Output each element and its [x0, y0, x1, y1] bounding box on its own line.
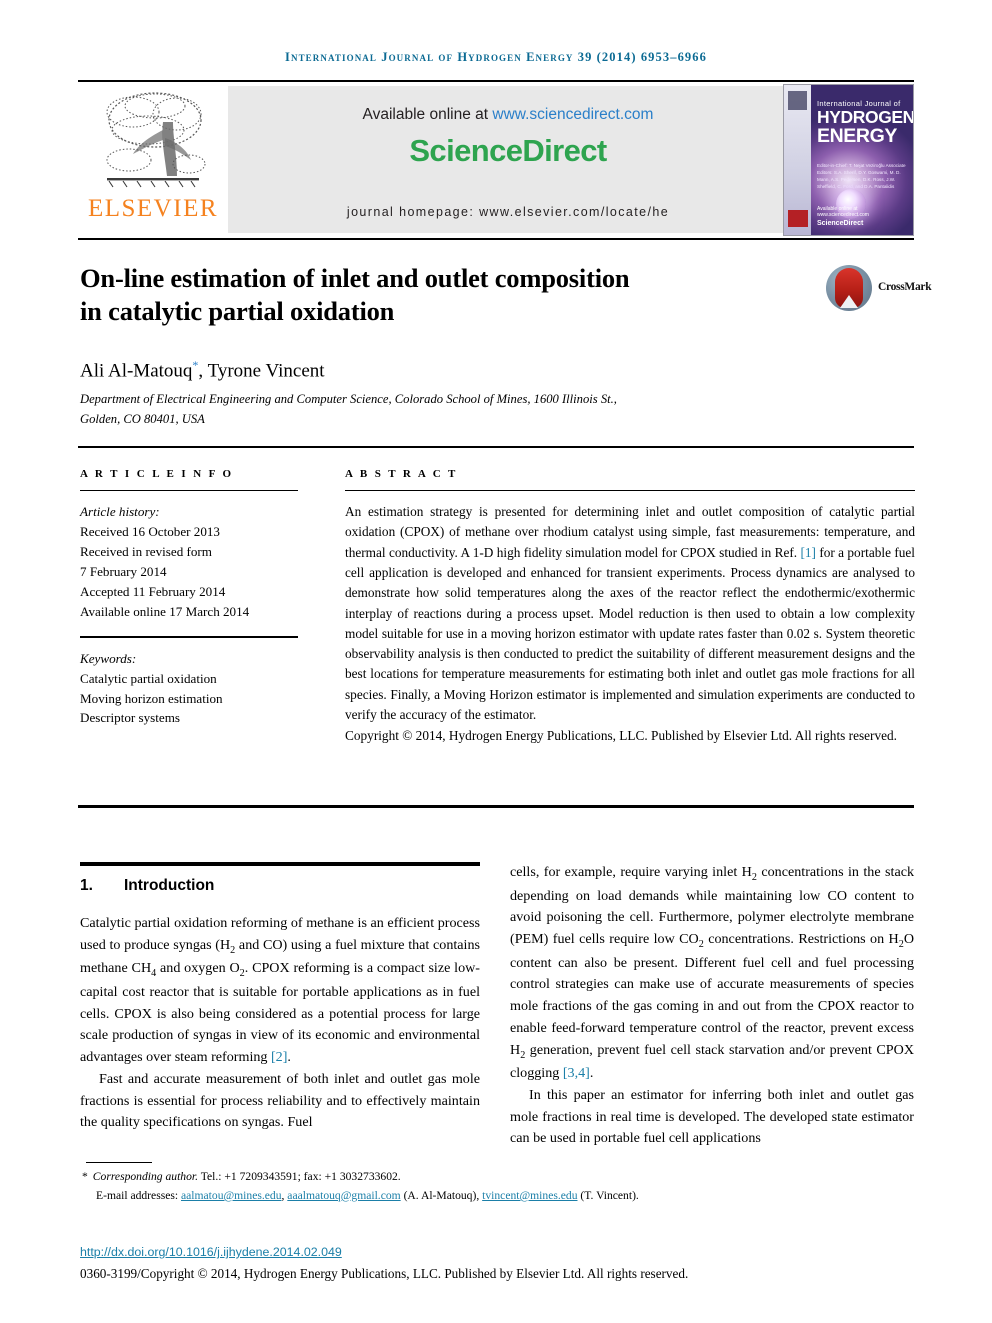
crossmark-icon	[826, 265, 872, 311]
article-info-top-rule	[78, 446, 914, 448]
intro-p1-c: and oxygen O	[156, 960, 240, 977]
cover-elsevier-icon	[788, 91, 807, 110]
introduction-text-left: Catalytic partial oxidation reforming of…	[80, 913, 480, 1134]
keywords-block: Keywords: Catalytic partial oxidation Mo…	[80, 649, 298, 729]
abstract-bottom-rule	[78, 805, 914, 808]
abstract-column: A B S T R A C T An estimation strategy i…	[345, 468, 915, 746]
intro-paragraph-1: Catalytic partial oxidation reforming of…	[80, 913, 480, 1069]
available-online-text: Available online at www.sciencedirect.co…	[228, 106, 788, 124]
keyword-item: Catalytic partial oxidation	[80, 670, 217, 686]
cover-h2e-icon	[788, 210, 808, 227]
abstract-copyright: Copyright © 2014, Hydrogen Energy Public…	[345, 728, 898, 744]
journal-article-page: International Journal of Hydrogen Energy…	[0, 0, 992, 1323]
page-title: On-line estimation of inlet and outlet c…	[80, 262, 780, 328]
abstract-heading: A B S T R A C T	[345, 468, 458, 480]
elsevier-wordmark: ELSEVIER	[87, 195, 219, 222]
abstract-divider	[345, 490, 915, 492]
intro-paragraph-2: Fast and accurate measurement of both in…	[80, 1070, 480, 1131]
article-info-column: A R T I C L E I N F O Article history: R…	[80, 468, 298, 728]
elsevier-logo: ELSEVIER	[78, 86, 228, 236]
elsevier-tree-icon	[93, 86, 213, 198]
introduction-title: Introduction	[124, 877, 215, 894]
article-history-label: Article history:	[80, 504, 160, 520]
cover-title: International Journal of HYDROGEN ENERGY	[817, 99, 913, 147]
journal-cover-image: International Journal of HYDROGEN ENERGY…	[783, 84, 914, 236]
article-history-item: Available online 17 March 2014	[80, 603, 250, 619]
email-owner-1: (A. Al-Matouq),	[400, 1188, 483, 1202]
available-online-label: Available online at	[362, 106, 493, 123]
journal-homepage: journal homepage: www.elsevier.com/locat…	[346, 205, 670, 219]
sciencedirect-logo-direct: Direct	[522, 133, 607, 168]
introduction-section-rule	[80, 862, 480, 866]
crossmark-badge[interactable]: CrossMark	[826, 265, 932, 317]
intro-reference-2[interactable]: [2]	[271, 1049, 287, 1065]
keyword-item: Descriptor systems	[80, 710, 181, 726]
email-link-1[interactable]: aalmatou@mines.edu	[181, 1189, 282, 1202]
cover-title-line3: ENERGY	[817, 124, 897, 147]
masthead-bottom-rule	[78, 238, 914, 240]
keyword-item: Moving horizon estimation	[80, 690, 223, 706]
author-secondary: , Tyrone Vincent	[198, 360, 325, 382]
doi-link[interactable]: http://dx.doi.org/10.1016/j.ijhydene.201…	[80, 1245, 342, 1259]
author-list: Ali Al-Matouq*, Tyrone Vincent	[80, 358, 325, 382]
corresponding-author-note: * Corresponding author. Tel.: +1 72093435…	[82, 1168, 922, 1187]
title-line-1: On-line estimation of inlet and outlet c…	[80, 263, 630, 293]
masthead: ELSEVIER Available online at www.science…	[78, 84, 914, 236]
cover-footer-availability: Available online at www.sciencedirect.co…	[817, 206, 869, 218]
intro-p1-e: .	[287, 1049, 291, 1066]
introduction-text-right: cells, for example, require varying inle…	[510, 862, 914, 1150]
author-primary: Ali Al-Matouq	[80, 360, 193, 382]
crossmark-label: CrossMark	[878, 281, 932, 293]
cover-footer: Available online at www.sciencedirect.co…	[817, 206, 907, 227]
issn-copyright-line: 0360-3199/Copyright © 2014, Hydrogen Ene…	[80, 1266, 689, 1281]
email-owner-2: (T. Vincent).	[577, 1188, 639, 1202]
corresponding-author-label: Corresponding author.	[92, 1170, 199, 1183]
intro-p3-f: .	[589, 1065, 594, 1082]
article-info-divider	[80, 490, 298, 492]
intro-reference-3-4[interactable]: [3,4]	[563, 1065, 590, 1081]
intro-p3-c: concentrations. Restrictions on H	[703, 931, 899, 948]
email-addresses-note: E-mail addresses: aalmatou@mines.edu, aa…	[82, 1187, 922, 1206]
abstract-paragraph: An estimation strategy is presented for …	[345, 502, 915, 725]
affiliation-line-2: Golden, CO 80401, USA	[80, 411, 205, 426]
sciencedirect-logo: ScienceDirect	[228, 133, 788, 169]
cover-editors: Editor-in-Chief: T. Nejat Veziroğlu Asso…	[817, 163, 906, 189]
abstract-part-2: for a portable fuel cell application is …	[345, 544, 915, 722]
sciencedirect-logo-science: Science	[409, 133, 523, 168]
article-history-item: Accepted 11 February 2014	[80, 583, 226, 599]
abstract-reference-1[interactable]: [1]	[800, 545, 816, 560]
article-history-item: Received 16 October 2013	[80, 524, 220, 540]
corresponding-author-contact: Tel.: +1 7209343591; fax: +1 3032733602.	[198, 1170, 401, 1183]
masthead-top-rule	[78, 80, 914, 82]
footnote-rule	[86, 1162, 152, 1163]
introduction-heading: 1. Introduction	[80, 877, 480, 895]
keywords-divider	[80, 635, 298, 638]
email-link-3[interactable]: tvincent@mines.edu	[482, 1189, 577, 1202]
article-history-item: Received in revised form	[80, 543, 212, 559]
intro-paragraph-4: In this paper an estimator for inferring…	[510, 1086, 914, 1147]
keywords-label: Keywords:	[80, 650, 137, 666]
introduction-number: 1.	[80, 877, 93, 894]
affiliation: Department of Electrical Engineering and…	[80, 390, 780, 429]
abstract-body: An estimation strategy is presented for …	[345, 502, 915, 725]
body-column-right: cells, for example, require varying inle…	[510, 862, 914, 1150]
intro-p3-a: cells, for example, require varying inle…	[510, 864, 752, 880]
article-history: Article history: Received 16 October 201…	[80, 502, 298, 621]
sciencedirect-banner: Available online at www.sciencedirect.co…	[228, 86, 788, 233]
intro-p3-d: O content can also be present. Different…	[510, 931, 914, 1058]
title-line-2: in catalytic partial oxidation	[80, 295, 395, 326]
intro-paragraph-3: cells, for example, require varying inle…	[510, 862, 914, 1085]
footnote-block: * Corresponding author. Tel.: +1 72093435…	[82, 1168, 922, 1206]
email-addresses-label: E-mail addresses:	[96, 1188, 181, 1202]
running-head: International Journal of Hydrogen Energy…	[285, 50, 707, 64]
sciencedirect-link[interactable]: www.sciencedirect.com	[492, 106, 653, 123]
body-column-left: 1. Introduction Catalytic partial oxidati…	[80, 862, 480, 1134]
footnote-star-marker: *	[82, 1170, 88, 1183]
cover-footer-sciencedirect: ScienceDirect	[817, 220, 864, 227]
article-history-item: 7 February 2014	[80, 563, 167, 579]
email-link-2[interactable]: aaalmatouq@gmail.com	[287, 1189, 400, 1202]
crossmark-notch-shape	[840, 295, 858, 308]
affiliation-line-1: Department of Electrical Engineering and…	[80, 392, 617, 406]
article-info-heading: A R T I C L E I N F O	[80, 468, 234, 480]
